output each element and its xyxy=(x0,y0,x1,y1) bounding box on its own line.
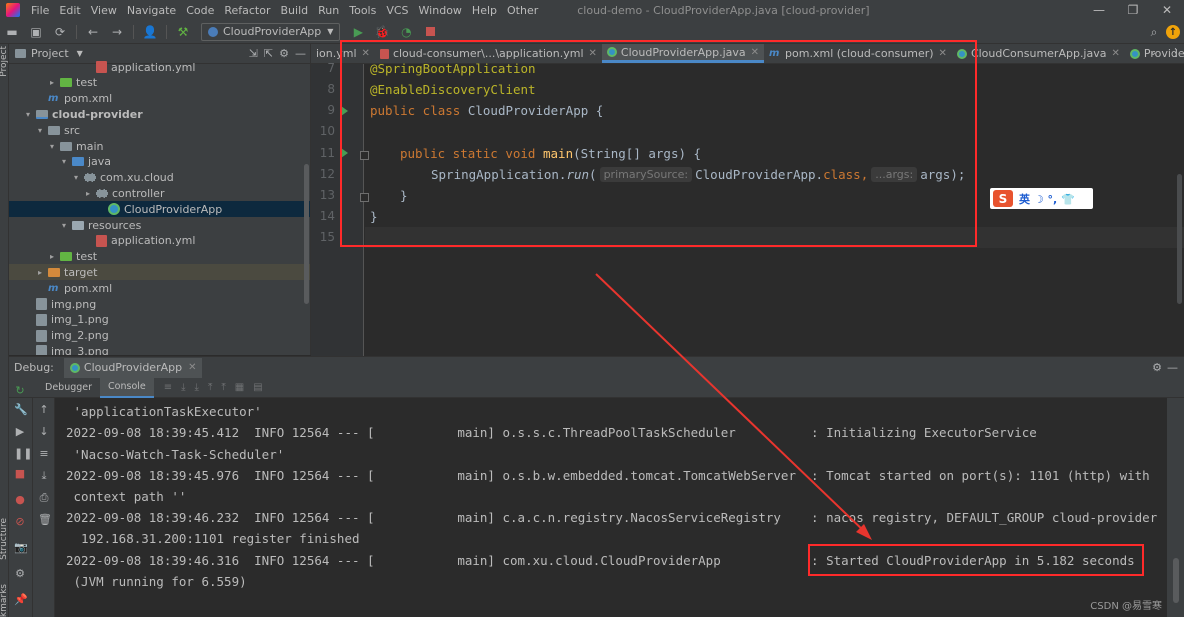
annotation-arrow xyxy=(595,273,872,540)
watermark: CSDN @易雪寒 xyxy=(1090,601,1162,612)
